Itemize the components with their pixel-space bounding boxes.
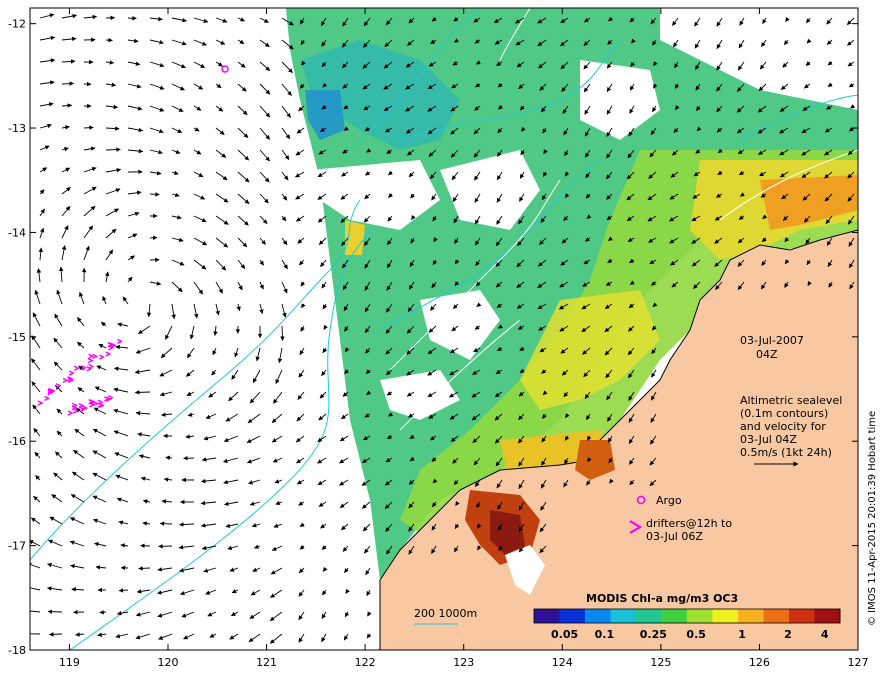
velocity-arrow <box>280 325 285 341</box>
legend-line-3: and velocity for <box>740 420 826 433</box>
lon-tick-label: 126 <box>749 656 770 669</box>
lon-tick-label: 127 <box>848 656 869 669</box>
colorbar-segment <box>738 609 764 623</box>
lon-tick-label: 123 <box>453 656 474 669</box>
colorbar-segment <box>712 609 739 623</box>
colorbar-segment <box>610 609 637 623</box>
isobath-legend-label: 200 1000m <box>414 607 477 620</box>
lat-tick-label: -13 <box>8 122 26 135</box>
colorbar-segment <box>687 609 713 623</box>
velocity-arrow <box>140 543 151 548</box>
velocity-arrow <box>165 455 173 461</box>
velocity-arrow <box>61 81 74 86</box>
legend-line-5: 0.5m/s (1kt 24h) <box>740 446 832 459</box>
time-label: 04Z <box>756 348 778 361</box>
legend-line-4: 03-Jul 04Z <box>740 433 797 446</box>
colorbar-segment <box>585 609 611 623</box>
chlorophyll-map: 119 120 121 122 123 124 125 126 127 -12-13-14-15… <box>8 7 878 669</box>
lat-tick-label: -17 <box>8 540 26 553</box>
colorbar-segment <box>763 609 790 623</box>
colorbar-tick-label: 4 <box>821 628 829 641</box>
colorbar-segment <box>559 609 586 623</box>
velocity-arrow <box>138 566 151 571</box>
colorbar-tick-label: 0.1 <box>595 628 615 641</box>
colorbar-segment <box>636 609 662 623</box>
velocity-arrow <box>83 125 94 130</box>
lon-tick-label: 120 <box>158 656 179 669</box>
colorbar-tick-label: 0.5 <box>686 628 706 641</box>
lon-tick-label: 125 <box>650 656 671 669</box>
legend-line-1: Altimetric sealevel <box>740 394 842 407</box>
colorbar-segment <box>814 609 841 623</box>
velocity-arrow <box>105 147 121 152</box>
date-label: 03-Jul-2007 <box>740 334 804 347</box>
colorbar-title: MODIS Chl-a mg/m3 OC3 <box>586 592 738 605</box>
velocity-arrow <box>149 192 160 197</box>
credit-text: © IMOS 11-Apr-2015 20:01:39 Hobart time <box>867 411 878 626</box>
velocity-arrow <box>99 609 107 615</box>
lon-tick-label: 124 <box>552 656 573 669</box>
colorbar-segment <box>789 609 815 623</box>
velocity-arrow <box>48 632 63 637</box>
drifter-label-2: 03-Jul 06Z <box>646 530 703 543</box>
argo-label: Argo <box>656 494 682 507</box>
drifter-label-1: drifters@12h to <box>646 517 732 530</box>
lat-tick-label: -14 <box>8 226 26 239</box>
velocity-arrow <box>159 521 173 526</box>
lat-tick-label: -15 <box>8 331 26 344</box>
colorbar-tick-label: 1 <box>738 628 746 641</box>
colorbar-tick-label: 0.05 <box>551 628 578 641</box>
colorbar-segment <box>534 609 560 623</box>
velocity-arrow <box>47 609 63 614</box>
legend-line-2: (0.1m contours) <box>740 407 828 420</box>
colorbar-segment <box>661 609 688 623</box>
lat-tick-label: -18 <box>8 644 26 657</box>
colorbar-tick-label: 2 <box>784 628 792 641</box>
lat-tick-label: -16 <box>8 435 26 448</box>
lon-tick-label: 119 <box>59 656 80 669</box>
velocity-arrow <box>134 390 151 395</box>
lon-tick-label: 121 <box>256 656 277 669</box>
colorbar-tick-label: 0.25 <box>640 628 667 641</box>
lat-tick-label: -12 <box>8 18 26 31</box>
lon-tick-label: 122 <box>355 656 376 669</box>
